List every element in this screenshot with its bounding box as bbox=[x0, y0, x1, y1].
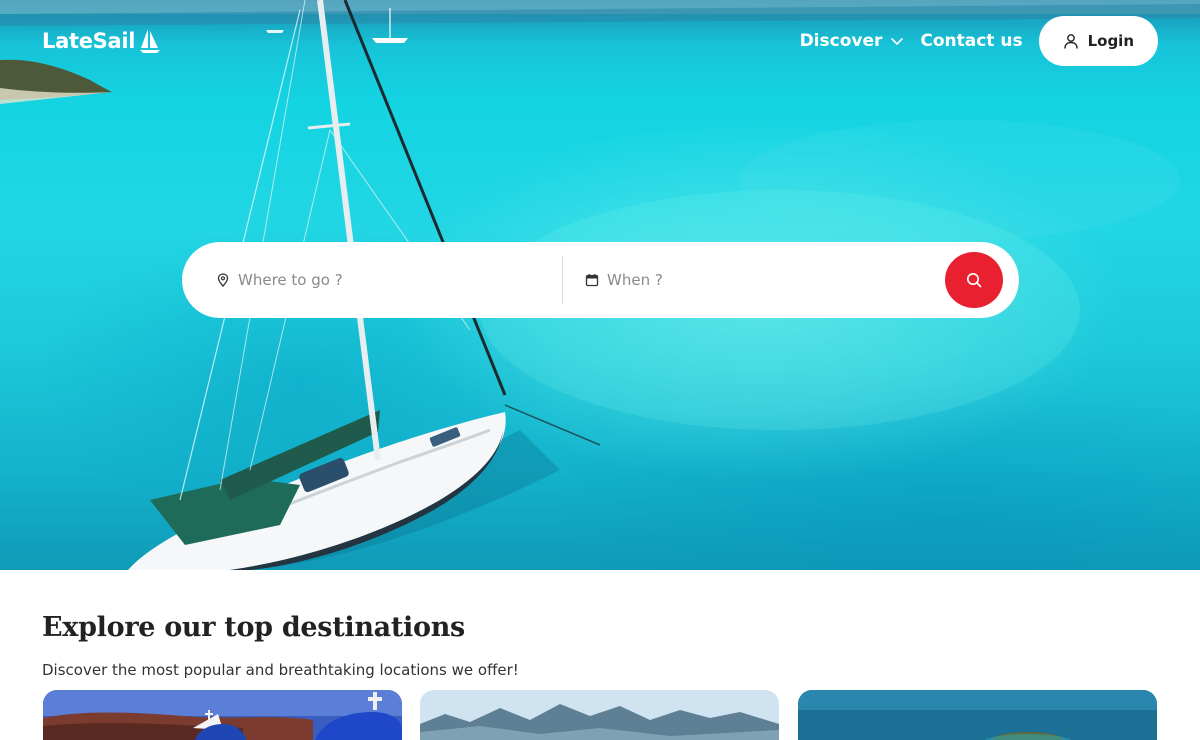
destinations-title: Explore our top destinations bbox=[42, 612, 465, 643]
nav-contact-us[interactable]: Contact us bbox=[920, 31, 1022, 51]
search-button[interactable] bbox=[945, 252, 1003, 308]
nav-discover[interactable]: Discover bbox=[800, 31, 905, 51]
search-bar bbox=[182, 242, 1019, 318]
destination-card[interactable] bbox=[420, 690, 779, 740]
where-field[interactable] bbox=[182, 242, 562, 318]
destination-card-image bbox=[798, 690, 1157, 740]
destination-card[interactable] bbox=[43, 690, 402, 740]
user-icon bbox=[1063, 34, 1078, 49]
when-input[interactable] bbox=[607, 271, 897, 289]
map-pin-icon bbox=[217, 273, 229, 287]
calendar-icon bbox=[585, 274, 599, 287]
destination-card-image bbox=[43, 690, 402, 740]
brand-logo[interactable]: LateSail bbox=[42, 26, 161, 56]
destination-card-image bbox=[420, 690, 779, 740]
brand-name: LateSail bbox=[42, 29, 136, 53]
nav-contact-label: Contact us bbox=[920, 31, 1023, 51]
login-label: Login bbox=[1087, 32, 1134, 50]
nav-discover-label: Discover bbox=[799, 31, 883, 51]
hero-banner: LateSail Discover Contact us Login bbox=[0, 0, 1200, 570]
search-icon bbox=[966, 272, 982, 288]
main-nav: Discover Contact us Login bbox=[800, 16, 1158, 66]
destination-card[interactable] bbox=[798, 690, 1157, 740]
where-input[interactable] bbox=[238, 271, 528, 289]
sailboat-logo-icon bbox=[140, 29, 161, 53]
destinations-subtitle: Discover the most popular and breathtaki… bbox=[42, 661, 519, 679]
login-button[interactable]: Login bbox=[1038, 16, 1158, 66]
when-field[interactable] bbox=[563, 242, 943, 318]
chevron-down-icon bbox=[891, 38, 904, 45]
